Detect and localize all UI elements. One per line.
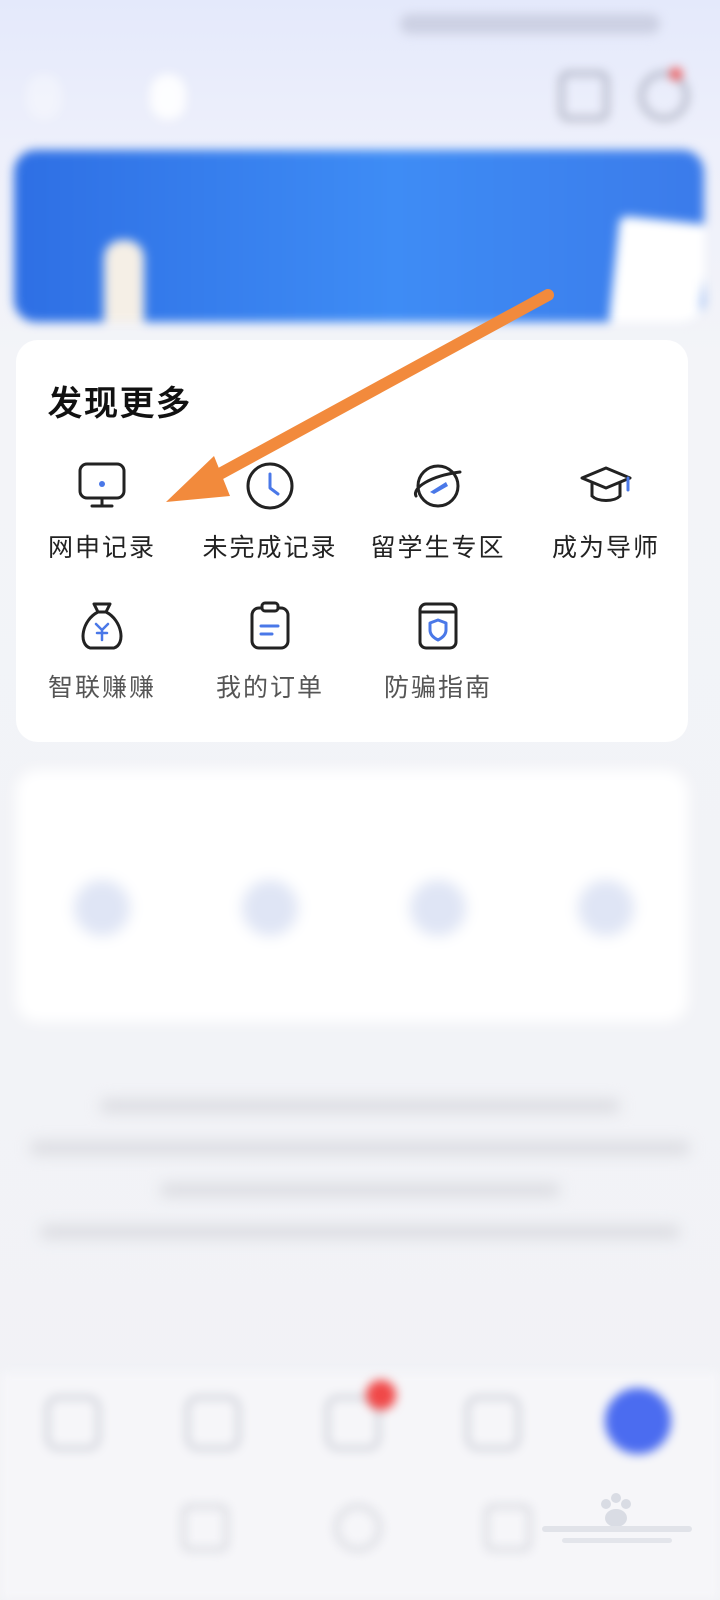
basic-service-item[interactable] [186,880,354,990]
nav-item-me[interactable] [585,1388,685,1488]
grid-item-label: 留学生专区 [370,533,506,562]
basic-service-item[interactable] [18,880,186,990]
watermark-logo [542,1493,692,1543]
service-icon [242,880,298,936]
grid-item-my-orders[interactable]: 我的订单 [186,598,354,718]
message-icon[interactable] [640,72,688,120]
status-bar [0,0,720,48]
graduation-cap-icon [580,466,632,502]
clipboard-icon [250,601,290,650]
nav-icon [186,1396,240,1450]
shield-document-icon [418,602,458,650]
money-bag-icon [81,602,123,650]
grid-item-zhilian-earn[interactable]: 智联赚赚 [18,598,186,718]
service-icon [74,880,130,936]
discover-title: 发现更多 [48,384,192,424]
system-home-button[interactable] [335,1505,381,1551]
profile-icon [605,1388,671,1454]
grid-item-label: 网申记录 [47,533,156,562]
banner-document-illustration [608,215,704,322]
grid-item-incomplete-records[interactable]: 未完成记录 [186,458,354,578]
grid-item-become-mentor[interactable]: 成为导师 [522,458,690,578]
basic-service-item[interactable] [522,880,690,990]
grid-item-label: 防骗指南 [383,673,492,702]
grid-item-anti-fraud-guide[interactable]: 防骗指南 [354,598,522,718]
nav-icon [466,1396,520,1450]
grid-item-label: 未完成记录 [202,533,338,562]
basic-services-card [16,770,688,1022]
system-menu-button[interactable] [182,1505,228,1551]
clock-icon [246,462,294,510]
notification-dot [670,68,682,80]
basic-service-item[interactable] [354,880,522,990]
system-back-button[interactable] [485,1505,531,1551]
scan-icon[interactable] [560,72,608,120]
promo-banner[interactable] [14,150,704,322]
grid-item-label: 智联赚赚 [47,673,156,702]
nav-item-home[interactable] [20,1388,120,1488]
header [0,62,720,132]
status-icons [400,14,660,34]
grid-item-application-records[interactable]: 网申记录 [18,458,186,578]
globe-plane-icon [414,464,462,508]
grid-item-label: 我的订单 [215,673,324,702]
service-icon [578,880,634,936]
bottom-navigation [0,1372,720,1600]
nav-item-4[interactable] [440,1388,540,1488]
header-tab-a[interactable] [26,74,62,120]
footer-disclaimer [30,1085,690,1267]
message-badge [366,1380,396,1410]
banner-figure [104,240,144,322]
header-tab-b[interactable] [150,74,186,120]
monitor-icon [78,462,126,508]
discover-card: 发现更多 网申记录 未完成记录 留学生专区 成为导师 智联赚赚 我的订单 防骗指… [16,340,688,742]
home-icon [46,1396,100,1450]
grid-item-label: 成为导师 [551,533,660,562]
nav-item-2[interactable] [160,1388,260,1488]
service-icon [410,880,466,936]
grid-item-study-abroad[interactable]: 留学生专区 [354,458,522,578]
